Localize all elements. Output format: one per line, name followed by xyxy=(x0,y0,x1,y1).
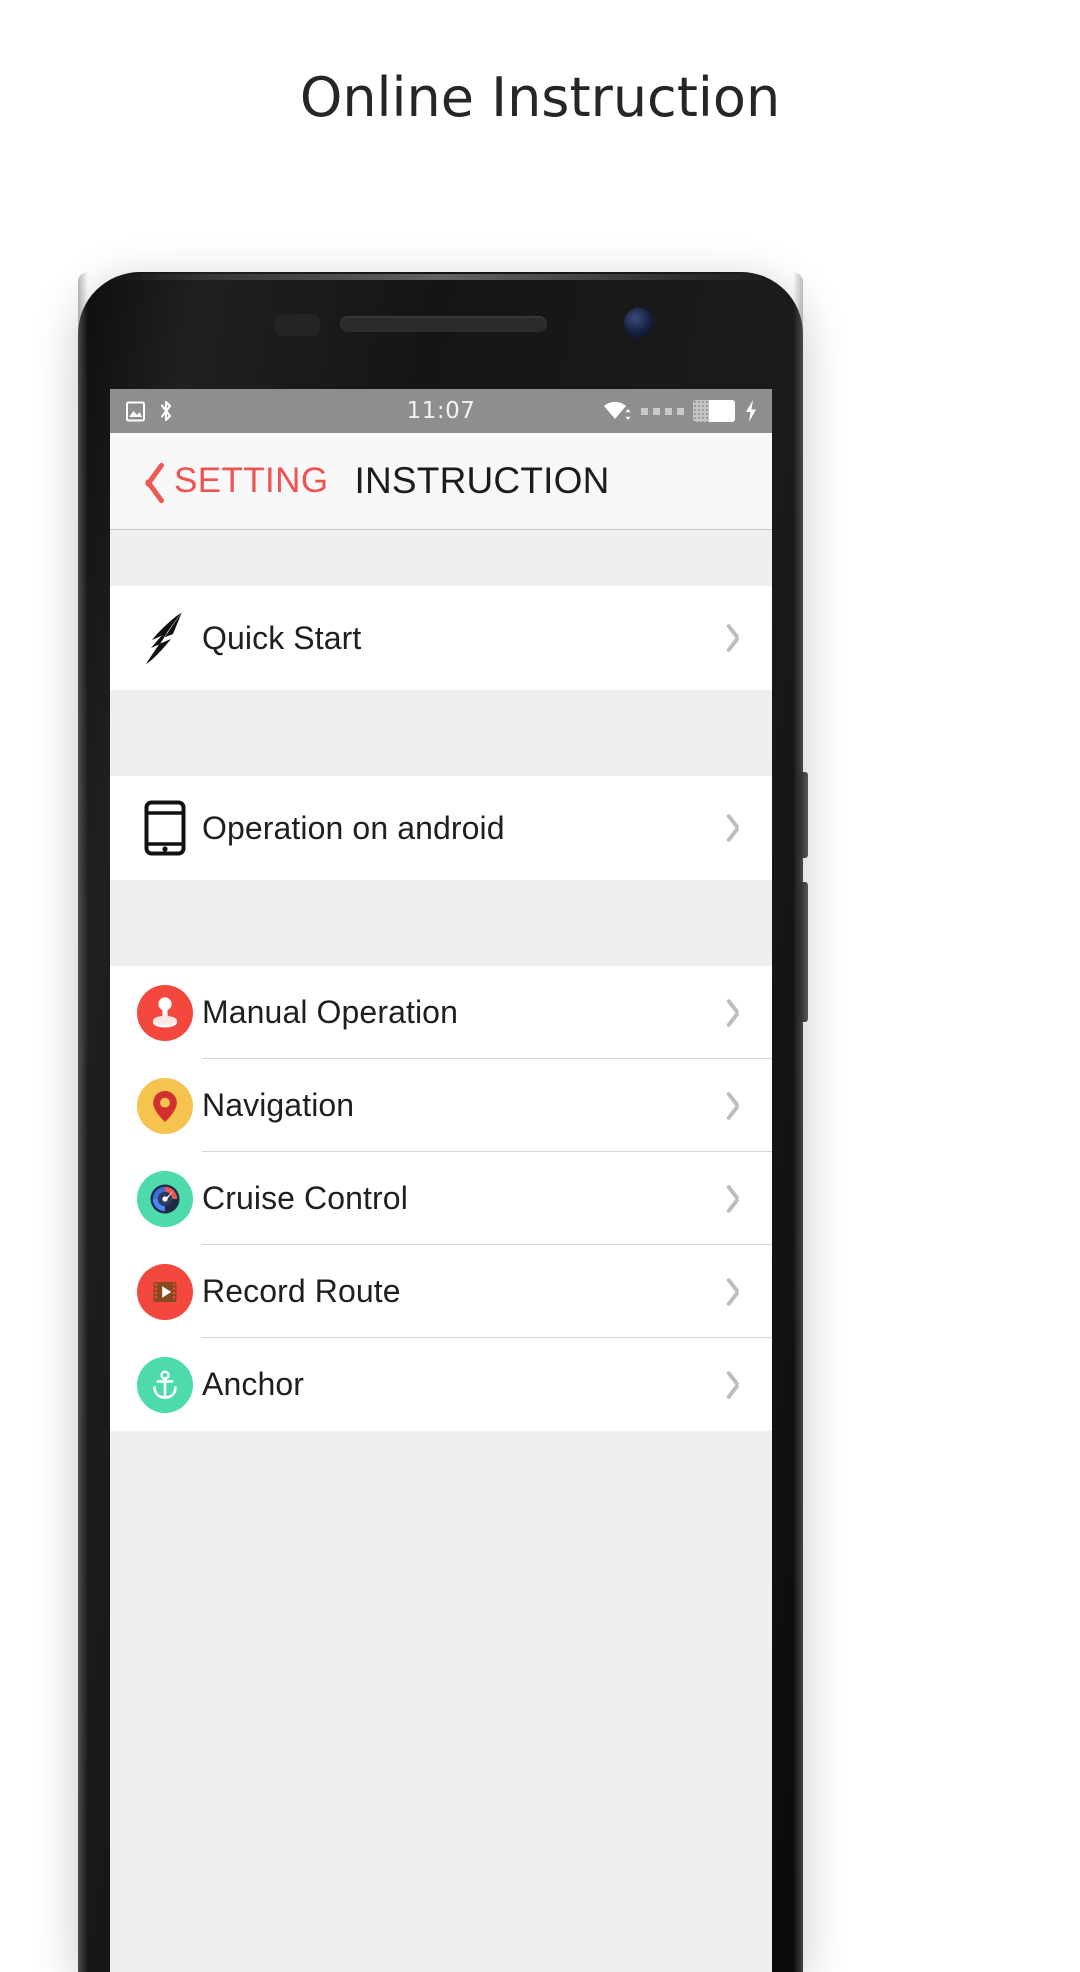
chevron-right-icon[interactable] xyxy=(724,1152,772,1245)
chevron-right-icon[interactable] xyxy=(724,1245,772,1338)
list-item-anchor[interactable]: Anchor xyxy=(110,1338,772,1431)
chevron-right-icon[interactable] xyxy=(724,966,772,1059)
list-item-label: Operation on android xyxy=(202,809,505,846)
wifi-icon xyxy=(602,399,632,423)
navigation-bar: SETTING INSTRUCTION xyxy=(110,433,772,530)
signal-dots-icon xyxy=(641,407,684,415)
chevron-right-icon[interactable] xyxy=(724,1338,772,1431)
list-item-operation-on-android[interactable]: Operation on android xyxy=(110,776,772,880)
earpiece-speaker xyxy=(340,316,547,332)
platform-section: Operation on android xyxy=(110,776,772,880)
status-bar-right xyxy=(602,399,758,423)
proximity-sensor xyxy=(274,314,320,336)
section-gap xyxy=(110,530,772,586)
list-item-navigation[interactable]: Navigation xyxy=(110,1059,772,1152)
phone-right-edge xyxy=(793,272,803,1972)
chevron-right-icon[interactable] xyxy=(724,586,772,690)
list-item-cruise-control[interactable]: Cruise Control xyxy=(110,1152,772,1245)
power-button[interactable] xyxy=(799,772,808,858)
settings-list: Quick Start Operation on android Manual … xyxy=(110,530,772,1972)
tablet-icon xyxy=(128,800,202,856)
chevron-right-icon[interactable] xyxy=(724,1059,772,1152)
page-title: Online Instruction xyxy=(299,66,781,129)
list-item-label: Manual Operation xyxy=(202,994,458,1030)
status-bar: 11:07 xyxy=(110,389,772,433)
phone-top-highlight xyxy=(104,274,777,280)
section-gap xyxy=(110,880,772,966)
features-section: Manual Operation Navigation Cruise Contr… xyxy=(110,966,772,1431)
quick-start-section: Quick Start xyxy=(110,586,772,690)
list-item-record-route[interactable]: Record Route xyxy=(110,1245,772,1338)
phone-screen: 11:07 SETTING INSTRUCTION Quick Start Op… xyxy=(110,389,772,1972)
list-item-manual-operation[interactable]: Manual Operation xyxy=(110,966,772,1059)
charging-bolt-icon xyxy=(744,399,758,423)
list-item-label: Cruise Control xyxy=(202,1180,408,1216)
battery-icon xyxy=(693,400,735,422)
chevron-left-icon[interactable] xyxy=(130,458,164,504)
list-item-label: Anchor xyxy=(202,1366,304,1402)
list-item-label: Record Route xyxy=(202,1273,401,1309)
phone-left-edge xyxy=(78,272,88,1972)
chevron-right-icon[interactable] xyxy=(724,776,772,880)
joystick-icon xyxy=(128,984,202,1041)
volume-button[interactable] xyxy=(799,882,808,1022)
front-camera xyxy=(624,308,654,338)
map-pin-icon xyxy=(128,1077,202,1134)
screen-title: INSTRUCTION xyxy=(354,460,610,501)
anchor-icon xyxy=(128,1356,202,1413)
list-item-label: Quick Start xyxy=(202,619,362,656)
lightning-bolt-icon xyxy=(128,610,202,666)
film-play-icon xyxy=(128,1263,202,1320)
back-button-label[interactable]: SETTING xyxy=(174,461,328,501)
speedometer-icon xyxy=(128,1170,202,1227)
phone-mockup: 11:07 SETTING INSTRUCTION Quick Start Op… xyxy=(78,272,808,1972)
section-gap xyxy=(110,690,772,776)
list-item-label: Navigation xyxy=(202,1087,355,1123)
list-item-quick-start[interactable]: Quick Start xyxy=(110,586,772,690)
